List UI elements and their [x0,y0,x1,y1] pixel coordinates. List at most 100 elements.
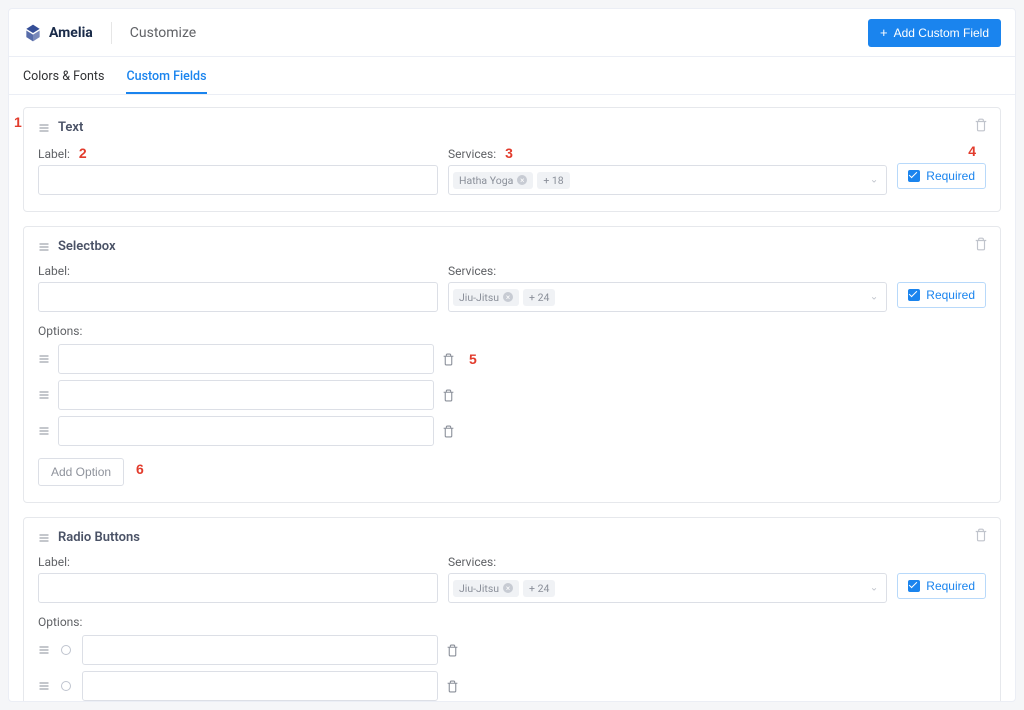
service-tag-label: Hatha Yoga [459,174,513,187]
drag-icon [38,425,50,437]
services-select[interactable]: Jiu-Jitsu × + 24 ⌄ [448,573,887,603]
drag-handle[interactable] [38,241,50,253]
checkbox-checked-icon [908,580,920,592]
trash-icon [446,680,459,693]
option-input[interactable] [58,380,434,410]
label-caption: Label: [38,555,438,569]
trash-icon [442,425,455,438]
option-row [38,380,986,410]
amelia-logo-icon [23,23,43,43]
remove-tag-icon[interactable]: × [503,583,513,593]
trash-icon [442,389,455,402]
remove-tag-icon[interactable]: × [517,175,527,185]
delete-option-button[interactable] [442,353,455,366]
radio-icon [58,678,74,694]
custom-field-card-selectbox: Selectbox Label: Services: Jiu-Jitsu × [23,226,1001,503]
option-drag-handle[interactable] [38,389,50,401]
tab-colors-fonts[interactable]: Colors & Fonts [23,69,104,94]
option-drag-handle[interactable] [38,353,50,365]
label-caption: Label: 2 [38,145,438,161]
services-caption: Services: 3 [448,145,887,161]
page-header: Amelia Customize + Add Custom Field [9,9,1015,57]
option-input[interactable] [58,344,434,374]
annotation-6: 6 [136,461,144,477]
drag-icon [38,389,50,401]
service-tag: Jiu-Jitsu × [453,289,519,306]
checkbox-checked-icon [908,170,920,182]
option-input[interactable] [58,416,434,446]
drag-handle[interactable] [38,122,50,134]
trash-icon [974,118,988,132]
required-label: Required [926,288,975,302]
option-input[interactable] [82,671,438,701]
remove-tag-icon[interactable]: × [503,292,513,302]
option-input[interactable] [82,635,438,665]
option-drag-handle[interactable] [38,425,50,437]
card-title: Text [58,120,83,135]
services-caption: Services: [448,264,887,278]
trash-icon [446,644,459,657]
service-more-count: + 24 [523,289,555,306]
content-area: 1 Text Label: 2 [9,95,1015,701]
option-row [38,671,986,701]
delete-option-button[interactable] [442,425,455,438]
drag-icon [38,532,50,544]
delete-option-button[interactable] [446,644,459,657]
add-custom-field-button[interactable]: + Add Custom Field [868,19,1001,47]
required-toggle[interactable]: Required [897,163,986,189]
required-label: Required [926,579,975,593]
drag-icon [38,353,50,365]
option-row: 5 [38,344,986,374]
services-select[interactable]: Hatha Yoga × + 18 ⌄ [448,165,887,195]
plus-icon: + [880,26,888,39]
service-tag: Hatha Yoga × [453,172,533,189]
label-input[interactable] [38,573,438,603]
option-drag-handle[interactable] [38,680,50,692]
chevron-down-icon: ⌄ [870,292,878,303]
tabs-nav: Colors & Fonts Custom Fields [9,57,1015,95]
service-tag-label: Jiu-Jitsu [459,582,499,595]
trash-icon [974,237,988,251]
delete-card-button[interactable] [974,118,988,132]
delete-card-button[interactable] [974,528,988,542]
annotation-3: 3 [505,145,513,161]
required-toggle[interactable]: Required [897,573,986,599]
add-option-button[interactable]: Add Option [38,458,124,486]
delete-option-button[interactable] [446,680,459,693]
drag-icon [38,644,50,656]
option-row [38,635,986,665]
option-drag-handle[interactable] [38,644,50,656]
services-caption: Services: [448,555,887,569]
label-input[interactable] [38,165,438,195]
required-toggle[interactable]: Required [897,282,986,308]
service-tag-label: Jiu-Jitsu [459,291,499,304]
chevron-down-icon: ⌄ [870,583,878,594]
service-more-count: + 18 [537,172,569,189]
required-label: Required [926,169,975,183]
delete-option-button[interactable] [442,389,455,402]
drag-icon [38,680,50,692]
trash-icon [442,353,455,366]
annotation-1: 1 [14,114,22,130]
options-caption: Options: [38,615,986,629]
annotation-2: 2 [79,145,87,161]
delete-card-button[interactable] [974,237,988,251]
services-select[interactable]: Jiu-Jitsu × + 24 ⌄ [448,282,887,312]
custom-field-card-text: 1 Text Label: 2 [23,107,1001,212]
card-title: Radio Buttons [58,530,140,545]
drag-icon [38,122,50,134]
tab-custom-fields[interactable]: Custom Fields [126,69,206,94]
annotation-5: 5 [469,351,477,367]
header-divider [111,22,112,44]
page-title: Customize [130,25,196,41]
brand-name: Amelia [49,25,93,41]
drag-handle[interactable] [38,532,50,544]
service-more-count: + 24 [523,580,555,597]
trash-icon [974,528,988,542]
radio-icon [58,642,74,658]
checkbox-checked-icon [908,289,920,301]
add-button-label: Add Custom Field [894,26,989,40]
option-row [38,416,986,446]
label-caption: Label: [38,264,438,278]
label-input[interactable] [38,282,438,312]
